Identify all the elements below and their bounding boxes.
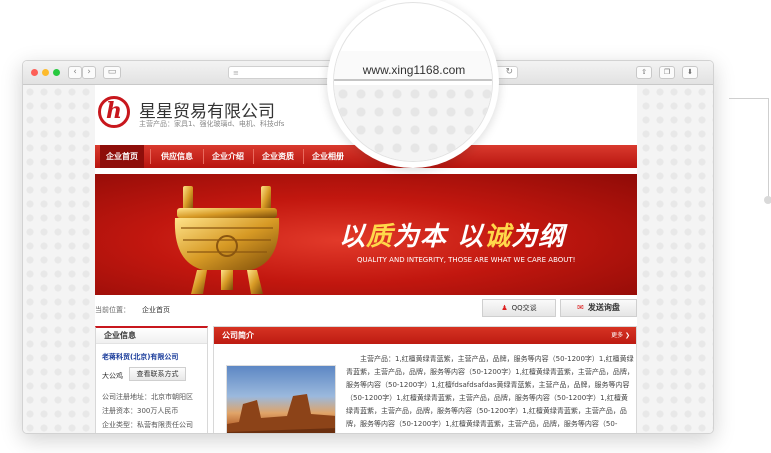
nav-item-supply[interactable]: 供应信息	[155, 145, 199, 168]
breadcrumb-current[interactable]: 企业首页	[142, 306, 170, 314]
contact-person: 大公鸡	[102, 372, 123, 380]
url-magnifier: www.xing1168.com	[327, 0, 499, 168]
slogan-part: 为纲	[511, 222, 566, 252]
company-photo	[226, 365, 336, 433]
close-window-button[interactable]	[31, 69, 38, 76]
mail-icon: ✉	[577, 303, 584, 312]
slogan-part: 以	[339, 222, 367, 252]
slogan-part: 为本 以	[393, 222, 485, 252]
breadcrumb: 当前位置： 企业首页	[95, 305, 170, 315]
company-info-title: 企业信息	[96, 328, 207, 344]
tabs-icon[interactable]: ❐	[659, 66, 675, 79]
intro-title: 公司简介	[222, 331, 254, 340]
zoom-window-button[interactable]	[53, 69, 60, 76]
main-products: 主营产品：家具1、强化玻璃d、电机、科技dfs	[139, 120, 285, 128]
callout-dot	[764, 196, 771, 204]
company-logo: h	[98, 96, 130, 128]
breadcrumb-label: 当前位置：	[95, 306, 130, 314]
magnified-url: www.xing1168.com	[362, 63, 466, 77]
send-inquiry-button[interactable]: ✉ 发送询盘	[560, 299, 637, 317]
bronze-vessel-image	[174, 186, 280, 294]
qq-icon: ♟	[501, 304, 508, 312]
company-info-name[interactable]: 老蒋科贸(北京)有限公司	[102, 352, 178, 362]
share-icon[interactable]: ⇧	[636, 66, 652, 79]
callout-line	[729, 98, 769, 198]
qq-chat-label: QQ交谈	[511, 304, 537, 312]
nav-separator	[203, 149, 204, 164]
magnified-page-bg	[334, 85, 492, 161]
company-intro-panel: 公司简介 更多 ❯ 主营产品：1,红檀黄绿青蓝紫，主营产品，品牌，服务等内容（5…	[213, 326, 637, 433]
info-address: 公司注册地址：北京市朝阳区	[102, 393, 193, 401]
info-type: 企业类型：私营有限责任公司	[102, 421, 193, 429]
send-inquiry-label: 发送询盘	[587, 303, 620, 312]
banner-subtitle: QUALITY AND INTEGRITY, THOSE ARE WHAT WE…	[357, 256, 576, 264]
banner-slogan: 以质为本 以诚为纲	[339, 216, 565, 253]
view-contact-button[interactable]: 查看联系方式	[129, 367, 186, 381]
nav-item-about[interactable]: 企业介绍	[206, 145, 250, 168]
nav-separator	[150, 149, 151, 164]
more-link[interactable]: 更多 ❯	[611, 327, 630, 344]
company-info-panel: 企业信息 老蒋科贸(北京)有限公司 大公鸡 查看联系方式 公司注册地址：北京市朝…	[95, 326, 208, 433]
forward-icon[interactable]: ›	[82, 66, 96, 79]
nav-separator	[253, 149, 254, 164]
intro-text: 主营产品：1,红檀黄绿青蓝紫，主营产品，品牌，服务等内容（50-1200字）1,…	[346, 355, 634, 428]
intro-header: 公司简介 更多 ❯	[214, 327, 636, 344]
slogan-highlight: 质	[366, 222, 394, 252]
minimize-window-button[interactable]	[42, 69, 49, 76]
qq-chat-button[interactable]: ♟ QQ交谈	[482, 299, 556, 317]
sidebar-icon[interactable]: ▭	[103, 66, 121, 79]
download-icon[interactable]: ⬇	[682, 66, 698, 79]
menu-lines-icon: ≡	[233, 69, 239, 77]
nav-item-home[interactable]: 企业首页	[100, 145, 144, 168]
back-icon[interactable]: ‹	[68, 66, 82, 79]
hero-banner: 以质为本 以诚为纲 QUALITY AND INTEGRITY, THOSE A…	[95, 174, 637, 295]
reload-icon[interactable]: ↻	[505, 67, 513, 77]
info-capital: 注册资本：300万人民币	[102, 407, 179, 415]
magnifier-lens: www.xing1168.com	[333, 2, 493, 162]
desert-mesa-image	[227, 394, 335, 433]
slogan-highlight: 诚	[484, 222, 512, 252]
nav-item-qualification[interactable]: 企业资质	[256, 145, 300, 168]
nav-separator	[303, 149, 304, 164]
